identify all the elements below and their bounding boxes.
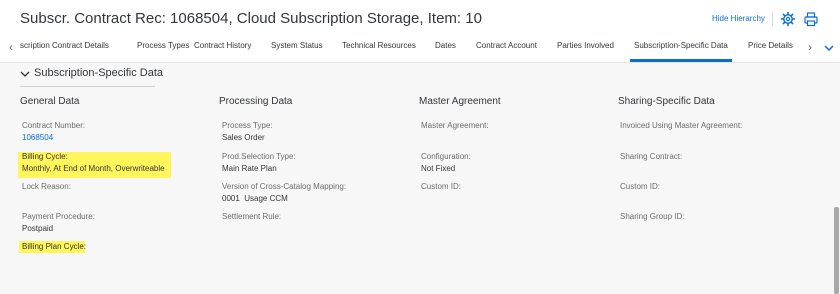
payment-procedure-label: Payment Procedure: — [22, 212, 95, 221]
tab-bar: ‹ scription Contract Details Process Typ… — [0, 36, 840, 62]
tab-scroll-right-icon[interactable]: › — [804, 40, 816, 54]
prod-selection-type-label: Prod.Selection Type: — [222, 152, 296, 161]
tab-scroll-left-icon[interactable]: ‹ — [5, 40, 17, 54]
lock-reason-label: Lock Reason: — [22, 182, 71, 191]
tab-parties-involved[interactable]: Parties Involved — [557, 41, 614, 50]
page-title: Subscr. Contract Rec: 1068504, Cloud Sub… — [20, 10, 482, 27]
object-header: Subscr. Contract Rec: 1068504, Cloud Sub… — [0, 0, 840, 63]
sharing-contract-label: Sharing Contract: — [620, 152, 683, 161]
contract-number-label: Contract Number: — [22, 121, 86, 130]
prod-selection-type-value: Main Rate Plan — [222, 164, 277, 173]
print-icon[interactable] — [803, 11, 819, 27]
master-agreement-label: Master Agreement: — [421, 121, 489, 130]
tab-price-details[interactable]: Price Details — [748, 41, 793, 50]
header-divider — [772, 12, 773, 26]
tab-technical-resources[interactable]: Technical Resources — [342, 41, 416, 50]
version-mapping-label: Version of Cross-Catalog Mapping: — [222, 182, 347, 191]
gear-icon[interactable] — [780, 11, 796, 27]
invoiced-using-master-agreement-label: Invoiced Using Master Agreement: — [620, 121, 743, 130]
payment-procedure-value: Postpaid — [22, 224, 54, 233]
process-type-value: Sales Order — [222, 133, 265, 142]
chevron-down-icon — [20, 71, 30, 77]
sharing-group-id-label: Sharing Group ID: — [620, 212, 685, 221]
tab-overflow-chevron-down-icon[interactable] — [823, 41, 835, 55]
billing-cycle-label: Billing Cycle: — [22, 152, 68, 161]
section-header-subscription-specific-data[interactable]: Subscription-Specific Data — [20, 66, 163, 87]
tab-process-types[interactable]: Process Types — [137, 41, 189, 50]
tab-contract-history[interactable]: Contract History — [194, 41, 251, 50]
sharing-custom-id-label: Custom ID: — [620, 182, 661, 191]
process-type-label: Process Type: — [222, 121, 273, 130]
tab-subscription-specific-data[interactable]: Subscription-Specific Data — [634, 41, 728, 50]
general-data-heading: General Data — [20, 96, 80, 107]
version-mapping-value: 0001 Usage CCM — [222, 194, 288, 203]
sharing-specific-data-heading: Sharing-Specific Data — [618, 96, 715, 107]
contract-number-link[interactable]: 1068504 — [22, 133, 53, 142]
tab-subscription-contract-details[interactable]: scription Contract Details — [20, 41, 109, 50]
configuration-value: Not Fixed — [421, 164, 456, 173]
billing-cycle-value: Monthly, At End of Month, Overwriteable — [22, 164, 165, 173]
vertical-scrollbar[interactable] — [834, 207, 839, 294]
hide-hierarchy-link[interactable]: Hide Hierarchy — [712, 14, 765, 23]
custom-id-label: Custom ID: — [421, 182, 462, 191]
tab-selected-indicator — [630, 59, 732, 62]
section-title: Subscription-Specific Data — [34, 67, 164, 79]
configuration-label: Configuration: — [421, 152, 471, 161]
settlement-rule-label: Settlement Rule: — [222, 212, 282, 221]
billing-plan-cycle-label: Billing Plan Cycle: — [22, 242, 87, 251]
tab-system-status[interactable]: System Status — [271, 41, 323, 50]
tab-dates[interactable]: Dates — [435, 41, 456, 50]
processing-data-heading: Processing Data — [219, 96, 293, 107]
tab-contract-account[interactable]: Contract Account — [476, 41, 537, 50]
master-agreement-heading: Master Agreement — [419, 96, 501, 107]
